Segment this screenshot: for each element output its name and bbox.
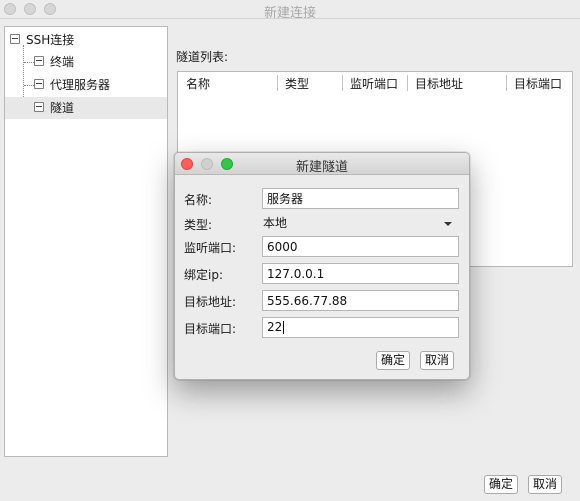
column-divider[interactable] (506, 75, 507, 91)
dialog-cancel-button[interactable]: 取消 (420, 351, 454, 370)
collapse-icon[interactable] (10, 34, 20, 44)
window-titlebar: 新建连接 (0, 0, 580, 21)
ok-button[interactable]: 确定 (484, 475, 518, 494)
collapse-icon[interactable] (34, 79, 44, 89)
tree-item-label: 隧道 (50, 101, 75, 115)
tree-item-tunnel[interactable]: 隧道 (5, 97, 167, 119)
window-title: 新建连接 (263, 6, 316, 21)
dialog-titlebar[interactable]: 新建隧道 (175, 153, 469, 175)
cancel-button[interactable]: 取消 (528, 475, 562, 494)
column-header-name[interactable]: 名称 (186, 76, 210, 92)
tunnel-list-label: 隧道列表: (176, 50, 229, 64)
name-field[interactable] (262, 188, 459, 209)
column-divider[interactable] (277, 75, 278, 91)
tree-item-label: 代理服务器 (50, 78, 111, 92)
dialog-ok-button[interactable]: 确定 (376, 351, 410, 370)
text-cursor (283, 321, 285, 334)
bind-ip-field[interactable] (262, 263, 459, 284)
column-divider[interactable] (407, 75, 408, 91)
type-select[interactable]: 本地 (260, 214, 462, 233)
tree-item-label: 终端 (50, 55, 75, 69)
tree-item-proxy-server[interactable]: 代理服务器 (5, 74, 165, 96)
column-header-type[interactable]: 类型 (285, 76, 309, 92)
target-port-value: 22 (267, 320, 283, 334)
listen-port-label: 监听端口: (184, 241, 237, 255)
column-header-listen-port[interactable]: 监听端口 (350, 76, 398, 92)
target-port-label: 目标端口: (184, 322, 237, 336)
tree-item-ssh-connection[interactable]: SSH连接 (5, 29, 165, 51)
collapse-icon[interactable] (34, 102, 44, 112)
collapse-icon[interactable] (34, 56, 44, 66)
target-port-field[interactable]: 22 (262, 317, 459, 338)
new-tunnel-dialog: 新建隧道 名称: 类型: 本地 监听端口: 绑定ip: 目标地址: 目标端口: … (174, 152, 470, 380)
dialog-title: 新建隧道 (295, 160, 348, 175)
type-label: 类型: (184, 218, 213, 232)
target-address-field[interactable] (262, 290, 459, 311)
tree-item-terminal[interactable]: 终端 (5, 51, 165, 73)
dropdown-arrow-icon (444, 222, 452, 226)
name-label: 名称: (184, 193, 213, 207)
listen-port-field[interactable] (262, 236, 459, 257)
column-divider[interactable] (342, 75, 343, 91)
tree-item-label: SSH连接 (26, 33, 75, 47)
bind-ip-label: 绑定ip: (184, 268, 223, 282)
column-header-target-port[interactable]: 目标端口 (514, 76, 562, 92)
target-address-label: 目标地址: (184, 295, 237, 309)
settings-tree: SSH连接 终端 代理服务器 隧道 (4, 26, 168, 457)
type-select-value: 本地 (263, 216, 288, 230)
column-header-target-address[interactable]: 目标地址 (415, 76, 463, 92)
